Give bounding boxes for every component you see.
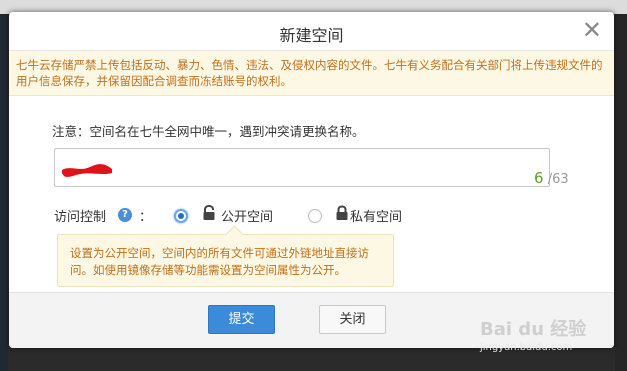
space-name-input[interactable] <box>54 148 550 187</box>
counter-current: 6 <box>534 169 544 187</box>
access-control-label: 访问控制 <box>54 210 107 225</box>
new-space-dialog: 新建空间 ✕ 七牛云存储严禁上传包括反动、暴力、色情、违法、及侵权内容的文件。七… <box>9 12 614 348</box>
tooltip-text: 设置为公开空间，空间内的所有文件可通过外链地址直接访问。如使用镜像存储等功能需设… <box>70 246 369 277</box>
lock-open-icon <box>203 205 215 220</box>
dialog-header: 新建空间 ✕ <box>9 12 614 51</box>
warning-text: 七牛云存储严禁上传包括反动、暴力、色情、违法、及侵权内容的文件。七牛有义务配合有… <box>16 58 603 88</box>
lock-icon <box>336 205 348 220</box>
baidu-jingyan-watermark: Bai du 经验 jingyan.baidu.com <box>462 315 622 371</box>
name-note: 注意：空间名在七牛全网中唯一，遇到冲突请更换名称。 <box>52 124 365 139</box>
close-icon[interactable]: ✕ <box>582 18 602 42</box>
access-colon: ： <box>139 210 153 225</box>
watermark-logo: Bai du 经验 <box>480 319 587 340</box>
name-length-counter: 6 /63 <box>534 169 569 187</box>
public-space-radio[interactable] <box>174 209 188 223</box>
warning-banner: 七牛云存储严禁上传包括反动、暴力、色情、违法、及侵权内容的文件。七牛有义务配合有… <box>9 51 614 96</box>
question-icon[interactable]: ? <box>118 208 132 222</box>
counter-max: /63 <box>547 172 569 187</box>
private-space-label[interactable]: 私有空间 <box>350 206 402 225</box>
background-left-panel <box>0 14 8 371</box>
redaction-scribble <box>62 164 112 177</box>
submit-button[interactable]: 提交 <box>208 305 275 334</box>
public-space-label[interactable]: 公开空间 <box>221 206 273 225</box>
public-space-tooltip: 设置为公开空间，空间内的所有文件可通过外链地址直接访问。如使用镜像存储等功能需设… <box>57 234 394 287</box>
close-button[interactable]: 关闭 <box>319 305 386 334</box>
private-space-radio[interactable] <box>308 209 322 223</box>
dialog-title: 新建空间 <box>279 26 344 45</box>
watermark-url: jingyan.baidu.com <box>480 342 573 353</box>
